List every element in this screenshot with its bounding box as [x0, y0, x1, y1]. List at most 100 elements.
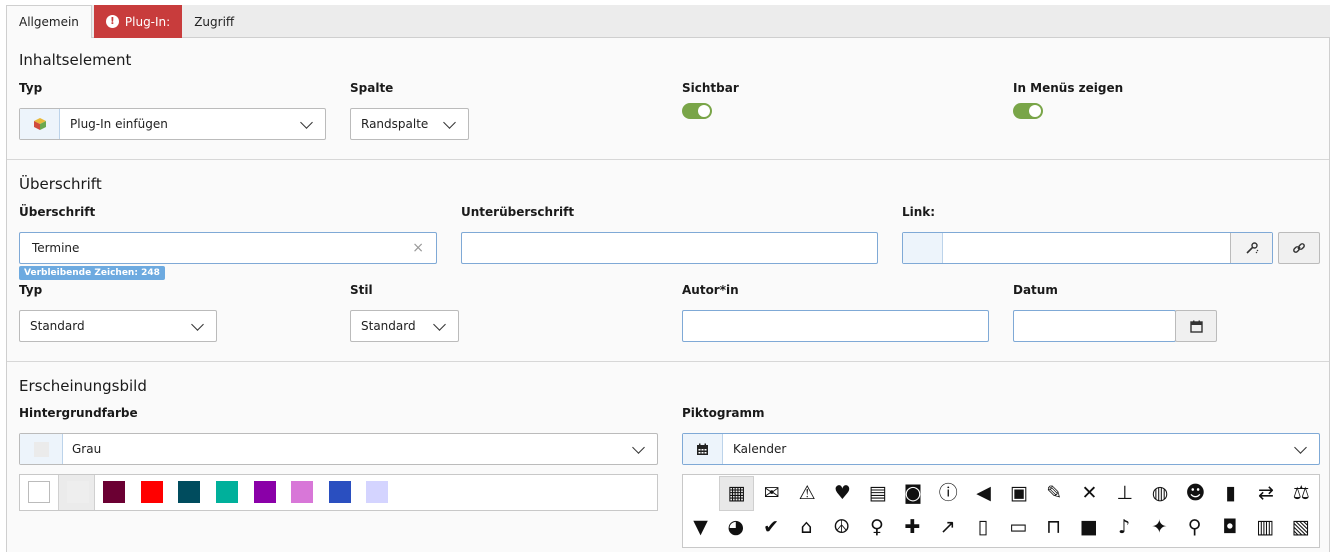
tab-plugin[interactable]: ! Plug-In:: [93, 5, 183, 38]
header-value: Termine: [32, 241, 80, 255]
subheader-label: Unterüberschrift: [461, 205, 575, 219]
header-label: Überschrift: [19, 205, 96, 219]
home-icon[interactable]: ⌂: [789, 510, 824, 545]
column-value: Randspalte: [361, 117, 429, 131]
video-icon[interactable]: ■: [1071, 510, 1106, 545]
calendar-icon: [697, 443, 708, 455]
author-label: Autor*in: [682, 283, 739, 297]
content-type-select[interactable]: Plug-In einfügen: [19, 108, 326, 140]
heart-icon[interactable]: ♥: [825, 476, 860, 511]
link-browse-button[interactable]: [1278, 232, 1320, 264]
divider: [7, 159, 1329, 160]
background-color-preview: [20, 434, 63, 464]
info-icon[interactable]: ⓘ: [931, 476, 966, 511]
link-label: Link:: [902, 205, 936, 219]
envelope-icon[interactable]: ✉: [754, 476, 789, 511]
error-icon: !: [105, 15, 119, 28]
visible-toggle[interactable]: [682, 103, 712, 119]
handshake-icon[interactable]: ⇄: [1249, 476, 1284, 511]
header-type-select[interactable]: Standard: [19, 310, 217, 342]
date-input[interactable]: [1013, 310, 1176, 342]
pictogram-value: Kalender: [733, 442, 787, 456]
smile-icon[interactable]: ☻: [1178, 476, 1213, 511]
link-wizard-button[interactable]: [1230, 233, 1272, 263]
bullhorn-icon[interactable]: ◀: [966, 476, 1001, 511]
color-swatch[interactable]: [283, 475, 320, 510]
sichtbar-label: Sichtbar: [682, 81, 739, 95]
file-icon[interactable]: ▮: [1213, 476, 1248, 511]
link-type-addon: [903, 233, 943, 263]
header-input[interactable]: Termine ×: [19, 232, 437, 264]
color-swatch[interactable]: [20, 475, 57, 510]
check-circle-icon[interactable]: ✔: [754, 510, 789, 545]
column-select[interactable]: Randspalte: [350, 108, 469, 140]
microphone-icon[interactable]: ♪: [1107, 510, 1142, 545]
color-swatch-row: [19, 474, 658, 511]
content-type-value: Plug-In einfügen: [70, 117, 168, 131]
background-color-select[interactable]: Grau: [19, 433, 658, 465]
link-icon: [1293, 243, 1305, 253]
mobile-icon[interactable]: ▯: [965, 510, 1000, 545]
content-type-icon: [20, 109, 60, 139]
background-color-label: Hintergrundfarbe: [19, 406, 138, 420]
lightbulb-icon[interactable]: ✦: [1142, 510, 1177, 545]
pictogram-grid: ▦ ✉ ⚠ ♥ ▤ ◙ ⓘ ◀ ▣ ✎ ✕ ⊥ ◍ ☻ ▮ ⇄ ⚖ ▼ ◕ ✔ ⌂ ☮ ♀ ✚ ↗ ▯ ▭ ⊓ ■ ♪ ✦ ⚲ ◘ ▥ ▧: [682, 474, 1320, 548]
color-swatch[interactable]: [170, 475, 207, 510]
section-title-inhaltselement: Inhaltselement: [19, 51, 132, 69]
divider: [7, 361, 1329, 362]
rss-icon[interactable]: ◙: [896, 476, 931, 511]
color-swatch[interactable]: [57, 475, 95, 510]
venus-icon[interactable]: ♀: [860, 510, 895, 545]
times-icon[interactable]: ✕: [1072, 476, 1107, 511]
subheader-input[interactable]: [461, 232, 878, 264]
chevron-down-icon: [632, 440, 645, 454]
globe-icon[interactable]: ◍: [1143, 476, 1178, 511]
balance-scale-icon[interactable]: ⚖: [1284, 476, 1319, 511]
header-style-select[interactable]: Standard: [350, 310, 459, 342]
peace-icon[interactable]: ☮: [824, 510, 859, 545]
tab-zugriff[interactable]: Zugriff: [182, 5, 246, 38]
date-label: Datum: [1013, 283, 1058, 297]
remaining-chars-badge: Verbleibende Zeichen: 248: [19, 266, 165, 280]
tab-bar: Allgemein ! Plug-In: Zugriff: [6, 5, 1330, 39]
bicycle-icon[interactable]: ⚲: [1177, 510, 1212, 545]
color-swatch[interactable]: [95, 475, 132, 510]
date-picker-button[interactable]: [1175, 310, 1217, 342]
pencil-icon[interactable]: ✎: [1037, 476, 1072, 511]
color-swatch[interactable]: [246, 475, 283, 510]
money-icon[interactable]: ▣: [1001, 476, 1036, 511]
show-in-menus-toggle[interactable]: [1013, 103, 1043, 119]
tab-plugin-label: Plug-In:: [124, 14, 171, 29]
menus-label: In Menüs zeigen: [1013, 81, 1124, 95]
syringe-icon[interactable]: ↗: [930, 510, 965, 545]
color-swatch[interactable]: [321, 475, 358, 510]
warning-icon[interactable]: ⚠: [790, 476, 825, 511]
car-icon[interactable]: ◘: [1213, 510, 1248, 545]
bus-icon[interactable]: ▧: [1283, 510, 1318, 545]
ambulance-icon[interactable]: ✚: [895, 510, 930, 545]
color-swatch[interactable]: [208, 475, 245, 510]
chevron-down-icon: [300, 115, 313, 129]
chevron-down-icon: [443, 115, 456, 129]
author-input[interactable]: [682, 310, 989, 342]
newspaper-icon[interactable]: ▤: [860, 476, 895, 511]
section-title-ueberschrift: Überschrift: [19, 175, 102, 193]
clear-icon[interactable]: ×: [412, 240, 424, 256]
tab-zugriff-label: Zugriff: [194, 14, 235, 29]
pictogram-select[interactable]: Kalender: [682, 433, 1320, 465]
bookmark-icon[interactable]: ▼: [683, 510, 718, 545]
link-input[interactable]: [902, 232, 1273, 264]
pictogram-label: Piktogramm: [682, 406, 765, 420]
train-icon[interactable]: ▥: [1248, 510, 1283, 545]
laptop-icon[interactable]: ⊓: [1036, 510, 1071, 545]
color-swatch[interactable]: [133, 475, 170, 510]
calendar-icon[interactable]: ▦: [719, 476, 754, 511]
thumbtack-icon[interactable]: ⊥: [1107, 476, 1142, 511]
desktop-icon[interactable]: ▭: [1001, 510, 1036, 545]
chart-pie-icon[interactable]: ◕: [718, 510, 753, 545]
tab-allgemein[interactable]: Allgemein: [6, 5, 92, 39]
color-swatch[interactable]: [358, 475, 395, 510]
pictogram-preview: [683, 434, 723, 464]
spalte-label: Spalte: [350, 81, 394, 95]
chevron-down-icon: [191, 317, 204, 331]
